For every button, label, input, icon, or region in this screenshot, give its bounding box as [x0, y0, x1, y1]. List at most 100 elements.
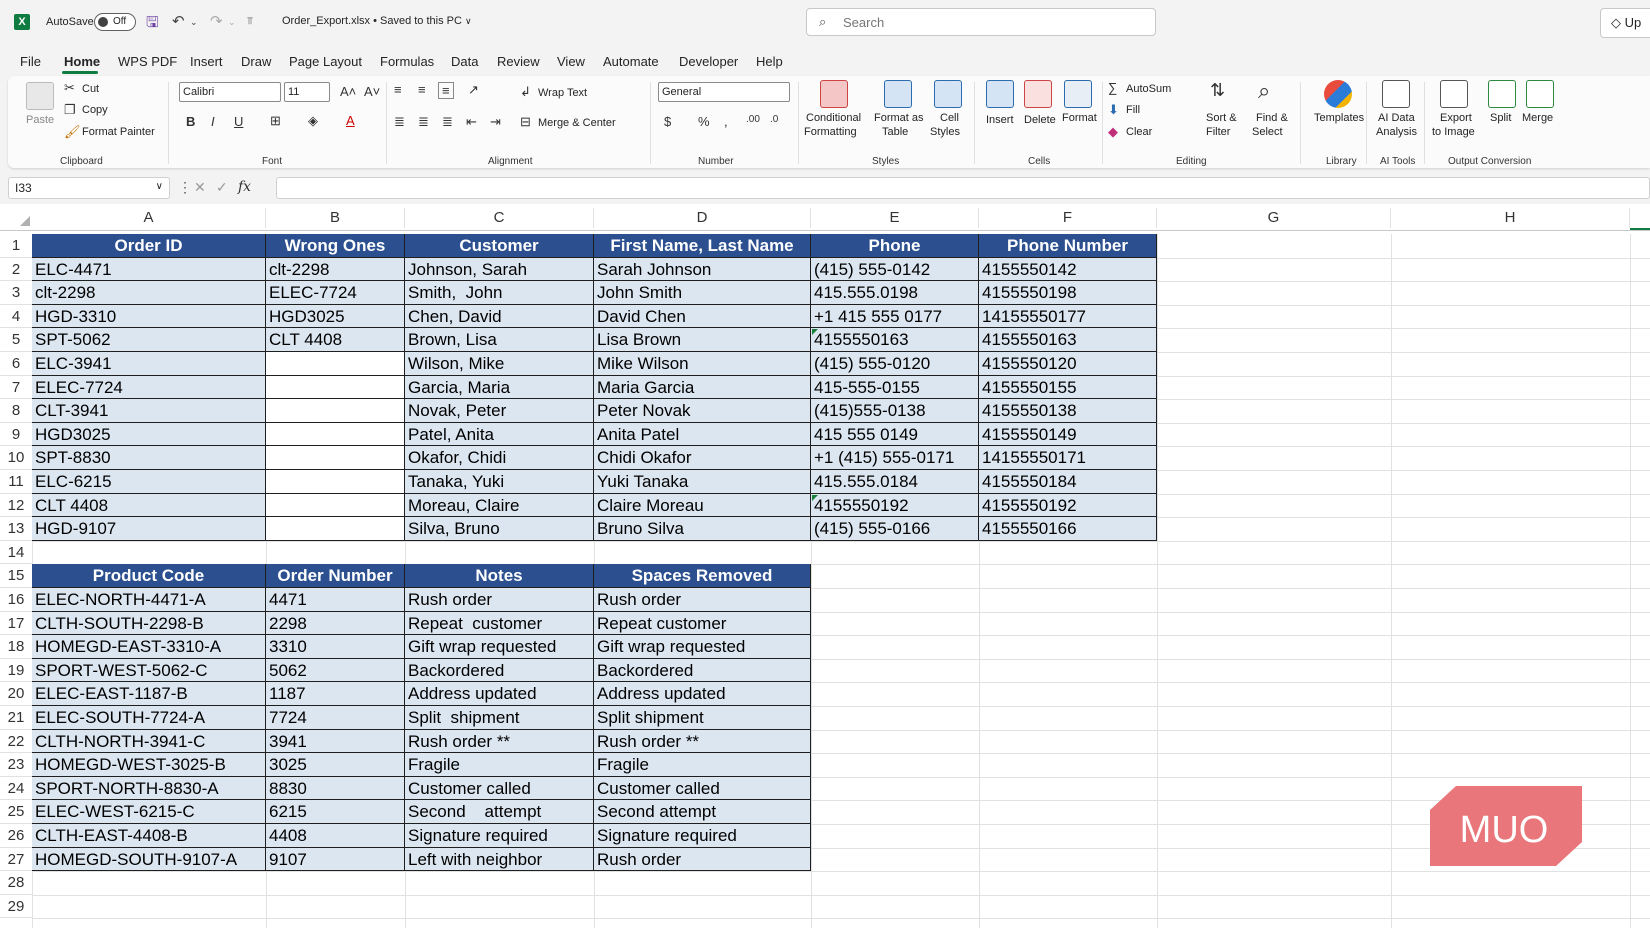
- table-cell[interactable]: Address updated: [594, 682, 811, 706]
- column-header-c[interactable]: C: [405, 208, 594, 228]
- merge-button[interactable]: Merge: [1522, 112, 1553, 124]
- table-cell[interactable]: 5062: [266, 658, 405, 683]
- table-cell[interactable]: clt-2298: [266, 257, 405, 282]
- table-cell[interactable]: Brown, Lisa: [405, 328, 594, 352]
- table-cell[interactable]: ELC-3941: [32, 352, 266, 376]
- underline-icon[interactable]: U: [234, 114, 243, 129]
- worksheet-grid[interactable]: A B C D E F G H 1 2 3 4 5 6 7 8 9 10 11 12 13 14 15 16 17 18 19 20 2…: [0, 204, 1650, 928]
- table-header-cell[interactable]: Product Code: [32, 564, 266, 588]
- table-cell[interactable]: ELEC-7724: [32, 375, 266, 400]
- table-cell[interactable]: Novak, Peter: [405, 399, 594, 423]
- table-cell[interactable]: Gift wrap requested: [594, 635, 811, 659]
- table-cell[interactable]: HGD-9107: [32, 517, 266, 541]
- row-header-6[interactable]: 6: [0, 352, 32, 376]
- table-cell[interactable]: Left with neighbor: [405, 847, 594, 872]
- table-cell[interactable]: 415.555.0184: [811, 470, 979, 494]
- split-button[interactable]: Split: [1490, 112, 1511, 124]
- table-cell[interactable]: 4155550198: [979, 281, 1157, 305]
- undo-dropdown-icon[interactable]: ⌄: [190, 17, 198, 28]
- find-select-icon[interactable]: ⌕: [1258, 78, 1270, 104]
- format-cells-icon[interactable]: [1064, 80, 1092, 108]
- table-cell[interactable]: SPORT-NORTH-8830-A: [32, 776, 266, 801]
- format-cells-button[interactable]: Format: [1062, 112, 1097, 124]
- row-header-11[interactable]: 11: [0, 470, 32, 494]
- column-header-g[interactable]: G: [1157, 208, 1391, 228]
- table-cell[interactable]: Peter Novak: [594, 399, 811, 423]
- table-cell[interactable]: Wilson, Mike: [405, 352, 594, 376]
- percent-icon[interactable]: %: [698, 114, 710, 129]
- conditional-formatting-icon[interactable]: [820, 80, 848, 108]
- table-cell[interactable]: (415) 555-0166: [811, 517, 979, 541]
- table-cell[interactable]: 4155550142: [979, 257, 1157, 282]
- table-cell[interactable]: Patel, Anita: [405, 422, 594, 447]
- table-cell[interactable]: Mike Wilson: [594, 352, 811, 376]
- templates-icon[interactable]: [1324, 80, 1352, 108]
- decrease-indent-icon[interactable]: ⇤: [466, 114, 477, 130]
- table-cell[interactable]: [266, 493, 405, 518]
- table-cell[interactable]: 2298: [266, 611, 405, 636]
- table-cell[interactable]: Claire Moreau: [594, 493, 811, 518]
- autosum-button[interactable]: AutoSum: [1126, 83, 1171, 95]
- enter-icon[interactable]: ✓: [216, 179, 228, 196]
- table-cell[interactable]: CLTH-SOUTH-2298-B: [32, 611, 266, 636]
- table-cell[interactable]: +1 (415) 555-0171: [811, 446, 979, 470]
- table-cell[interactable]: 14155550171: [979, 446, 1157, 470]
- cut-icon[interactable]: ✂: [64, 80, 75, 96]
- table-cell[interactable]: HGD3025: [266, 304, 405, 329]
- insert-function-icon[interactable]: fx: [238, 179, 251, 195]
- column-header-f[interactable]: F: [979, 208, 1157, 228]
- currency-icon[interactable]: $: [664, 114, 671, 129]
- row-header-9[interactable]: 9: [0, 423, 32, 447]
- row-header-16[interactable]: 16: [0, 588, 32, 612]
- row-header-5[interactable]: 5: [0, 328, 32, 352]
- row-header-1[interactable]: 1: [0, 234, 32, 258]
- table-cell[interactable]: Backordered: [594, 658, 811, 683]
- row-header-14[interactable]: 14: [0, 541, 32, 565]
- table-cell[interactable]: Tanaka, Yuki: [405, 470, 594, 494]
- table-cell[interactable]: 1187: [266, 682, 405, 706]
- tab-review[interactable]: Review: [497, 54, 540, 69]
- table-cell[interactable]: 8830: [266, 776, 405, 801]
- align-left-icon[interactable]: ≣: [394, 114, 405, 130]
- autosave-toggle[interactable]: Off: [94, 13, 136, 31]
- decrease-font-icon[interactable]: A˅: [364, 84, 380, 99]
- export-label[interactable]: Export: [1440, 112, 1472, 124]
- table-cell[interactable]: Split shipment: [405, 706, 594, 730]
- tab-page-layout[interactable]: Page Layout: [289, 54, 362, 69]
- tab-formulas[interactable]: Formulas: [380, 54, 434, 69]
- increase-font-icon[interactable]: A˄: [340, 84, 356, 99]
- table-cell[interactable]: 415-555-0155: [811, 375, 979, 400]
- fill-color-icon[interactable]: ◈: [308, 113, 318, 129]
- column-header-h[interactable]: H: [1391, 208, 1630, 228]
- table-cell[interactable]: [266, 517, 405, 541]
- bold-icon[interactable]: B: [186, 114, 195, 129]
- table-cell[interactable]: 4155550138: [979, 399, 1157, 423]
- copy-button[interactable]: Copy: [82, 104, 108, 116]
- select-all-corner[interactable]: [20, 216, 30, 226]
- tab-data[interactable]: Data: [451, 54, 478, 69]
- table-cell[interactable]: 9107: [266, 847, 405, 872]
- table-cell[interactable]: 4408: [266, 824, 405, 848]
- table-cell[interactable]: [266, 352, 405, 376]
- table-header-cell[interactable]: Spaces Removed: [594, 564, 811, 588]
- cell-styles-label-2[interactable]: Styles: [930, 126, 960, 138]
- table-cell[interactable]: ELEC-SOUTH-7724-A: [32, 706, 266, 730]
- format-as-table-icon[interactable]: [884, 80, 912, 108]
- table-cell[interactable]: Signature required: [405, 824, 594, 848]
- redo-icon[interactable]: ↷: [210, 12, 223, 30]
- row-header-12[interactable]: 12: [0, 494, 32, 518]
- orientation-icon[interactable]: ↗: [468, 82, 479, 98]
- ai-data-analysis-label-2[interactable]: Analysis: [1376, 126, 1417, 138]
- insert-cells-button[interactable]: Insert: [986, 114, 1014, 126]
- row-header-29[interactable]: 29: [0, 895, 32, 919]
- table-cell[interactable]: 415 555 0149: [811, 422, 979, 447]
- delete-cells-button[interactable]: Delete: [1024, 114, 1056, 126]
- save-icon[interactable]: 🖫: [146, 12, 159, 37]
- increase-indent-icon[interactable]: ⇥: [490, 114, 501, 130]
- table-header-cell[interactable]: Customer: [405, 234, 594, 258]
- ai-data-analysis-icon[interactable]: [1382, 80, 1410, 108]
- templates-button[interactable]: Templates: [1314, 112, 1364, 124]
- table-cell[interactable]: CLT-3941: [32, 399, 266, 423]
- merge-icon[interactable]: [1526, 80, 1554, 108]
- table-cell[interactable]: ELC-4471: [32, 257, 266, 282]
